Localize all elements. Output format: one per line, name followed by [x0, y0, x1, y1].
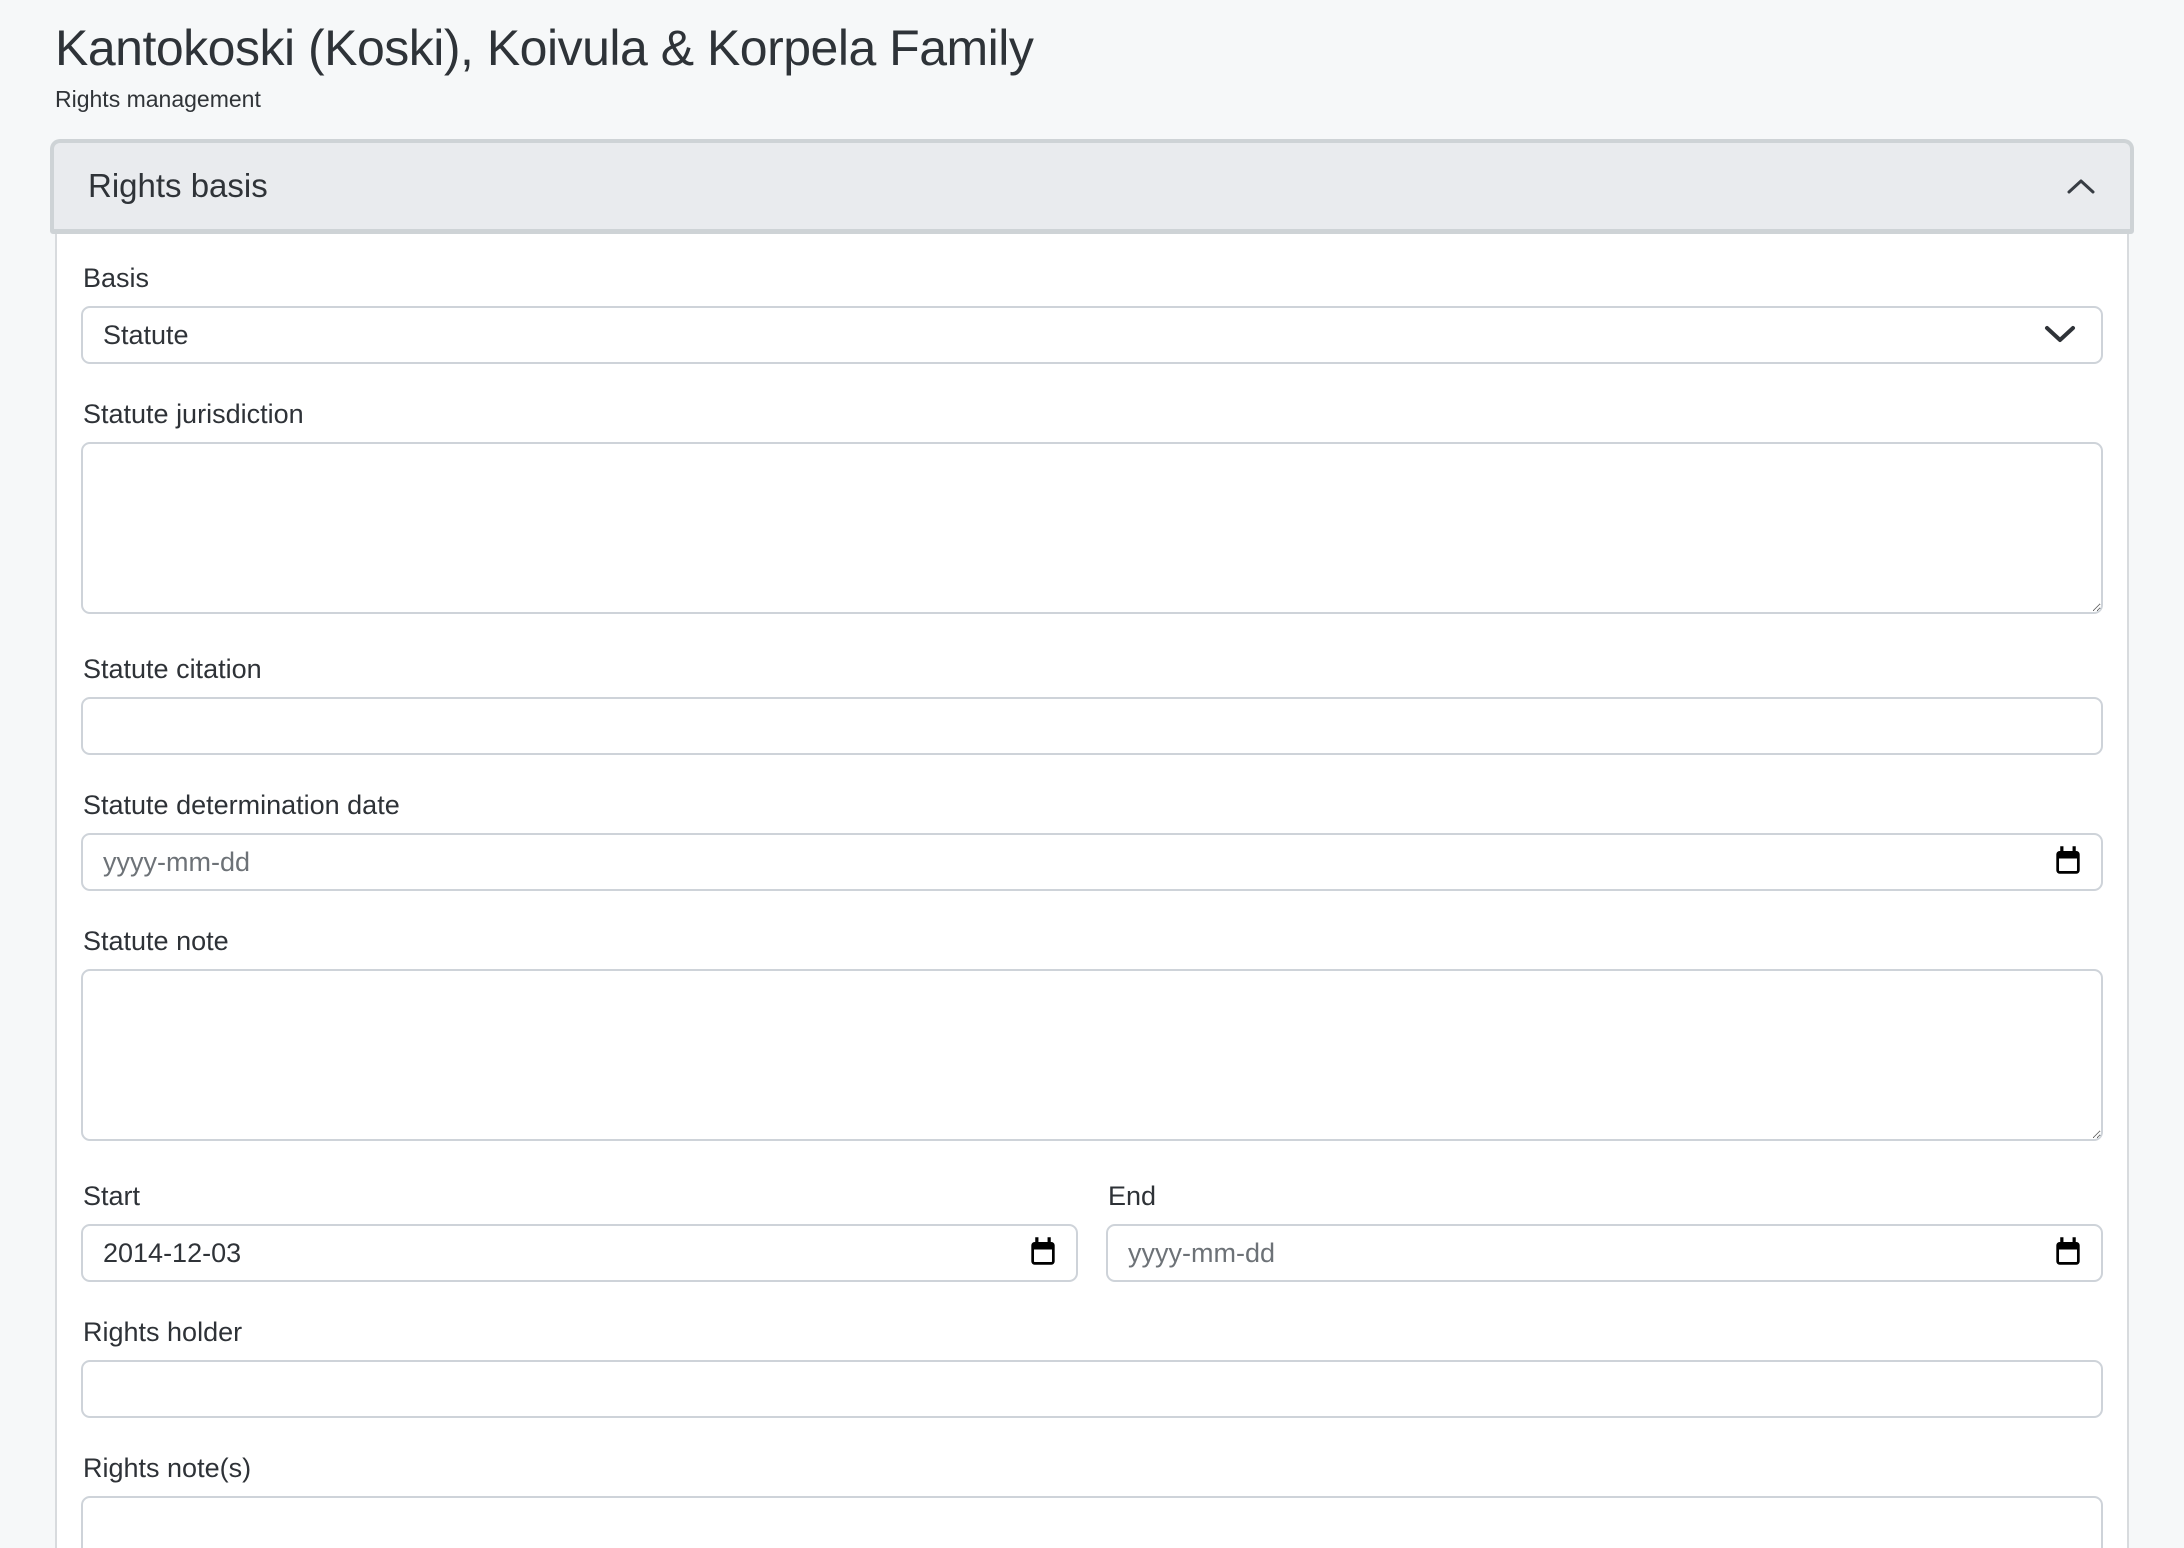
rights-basis-section-header[interactable]: Rights basis [50, 139, 2134, 234]
start-date-input[interactable] [83, 1226, 1026, 1280]
chevron-down-icon [2043, 320, 2077, 351]
statute-citation-field: Statute citation [81, 653, 2103, 755]
section-title: Rights basis [88, 167, 268, 205]
end-label: End [1108, 1180, 2103, 1212]
statute-jurisdiction-textarea[interactable] [81, 442, 2103, 614]
statute-determination-date-input-wrap [81, 833, 2103, 891]
start-field: Start [81, 1180, 1078, 1282]
page-header: Kantokoski (Koski), Koivula & Korpela Fa… [0, 0, 2184, 113]
statute-note-textarea[interactable] [81, 969, 2103, 1141]
rights-notes-label: Rights note(s) [83, 1452, 2103, 1484]
statute-citation-input[interactable] [81, 697, 2103, 755]
rights-notes-field: Rights note(s) [81, 1452, 2103, 1548]
calendar-icon[interactable] [2051, 1235, 2085, 1271]
date-range-row: Start End [81, 1180, 2103, 1282]
end-field: End [1106, 1180, 2103, 1282]
statute-determination-date-label: Statute determination date [83, 789, 2103, 821]
statute-determination-date-field: Statute determination date [81, 789, 2103, 891]
rights-holder-input[interactable] [81, 1360, 2103, 1418]
basis-field: Basis Statute [81, 262, 2103, 364]
rights-holder-label: Rights holder [83, 1316, 2103, 1348]
statute-determination-date-input[interactable] [83, 835, 2051, 889]
start-input-wrap [81, 1224, 1078, 1282]
basis-label: Basis [83, 262, 2103, 294]
rights-holder-field: Rights holder [81, 1316, 2103, 1418]
basis-select[interactable]: Statute [81, 306, 2103, 364]
statute-note-label: Statute note [83, 925, 2103, 957]
basis-selected-value: Statute [103, 320, 189, 351]
statute-citation-label: Statute citation [83, 653, 2103, 685]
start-label: Start [83, 1180, 1078, 1212]
page-subtitle: Rights management [55, 86, 2129, 113]
end-date-input[interactable] [1108, 1226, 2051, 1280]
page-title: Kantokoski (Koski), Koivula & Korpela Fa… [55, 18, 2129, 78]
statute-jurisdiction-field: Statute jurisdiction [81, 398, 2103, 619]
rights-basis-section: Rights basis Basis Statute Statute juris… [50, 139, 2134, 1548]
calendar-icon[interactable] [2051, 844, 2085, 880]
rights-notes-textarea[interactable] [81, 1496, 2103, 1548]
chevron-up-icon [2066, 178, 2096, 195]
end-input-wrap [1106, 1224, 2103, 1282]
calendar-icon[interactable] [1026, 1235, 1060, 1271]
statute-note-field: Statute note [81, 925, 2103, 1146]
statute-jurisdiction-label: Statute jurisdiction [83, 398, 2103, 430]
rights-basis-form: Basis Statute Statute jurisdiction Statu… [55, 234, 2129, 1548]
